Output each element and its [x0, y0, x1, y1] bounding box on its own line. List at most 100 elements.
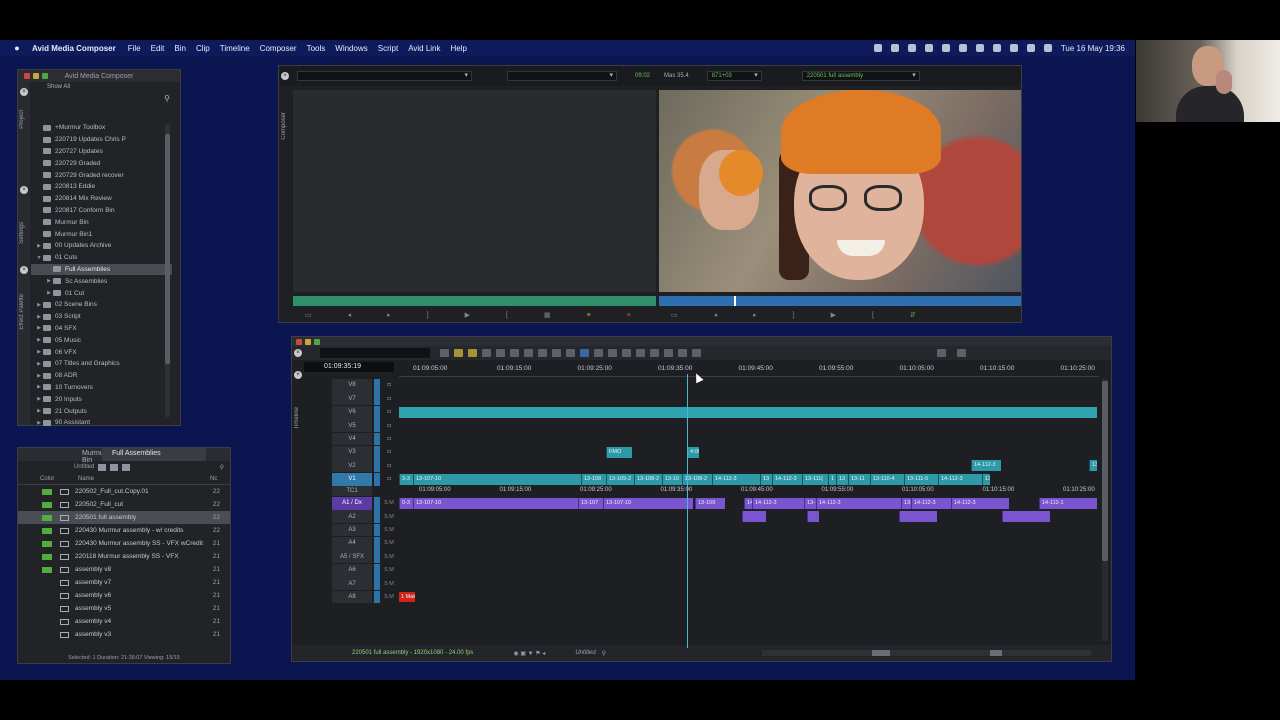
track-selector[interactable]: A4 [332, 536, 372, 550]
record-mark-in-icon[interactable]: [ [872, 312, 874, 319]
creative-cloud-icon[interactable] [890, 44, 899, 52]
overwrite-icon[interactable] [468, 349, 477, 357]
menu-clip[interactable]: Clip [196, 44, 210, 53]
timeline-clip[interactable]: 14-112-1 [1039, 497, 1097, 509]
timeline-title-bar[interactable] [292, 337, 1111, 346]
disclosure-open-icon[interactable]: ▼ [35, 255, 43, 261]
siri-icon[interactable] [1043, 44, 1052, 52]
track-lane[interactable]: 0-313-107-1013-10713-107-1013-10914-14-1… [399, 497, 1099, 510]
source-patch[interactable] [374, 472, 380, 486]
window-controls[interactable] [24, 73, 48, 79]
record-play-loop-icon[interactable]: ▸ [753, 311, 757, 319]
timeline-horizontal-scrollbar[interactable] [762, 650, 1091, 656]
source-mark-clip-icon[interactable]: ▭ [305, 311, 312, 319]
track-lane[interactable]: 3-3 13-107-10 13-108 13-109-2 13-108-2 13-10 1… [399, 473, 1099, 486]
source-play-icon[interactable]: ▶ [465, 311, 470, 319]
tab-murmur-bin[interactable]: Murmur Bin [18, 448, 106, 464]
record-mark-clip-icon[interactable]: ▭ [671, 311, 678, 319]
disclosure-closed-icon[interactable]: ▶ [35, 384, 43, 390]
disclosure-closed-icon[interactable]: ▶ [35, 243, 43, 249]
close-icon[interactable]: × [20, 88, 28, 96]
disclosure-closed-icon[interactable]: ▶ [35, 325, 43, 331]
track-lane[interactable] [399, 419, 1099, 432]
timeline-clip[interactable]: 14-112-3 [712, 473, 760, 485]
monitor-icon[interactable]: ◘ [382, 473, 396, 486]
frame-view-icon[interactable] [98, 463, 107, 471]
bin-tree-item[interactable]: ▶ 90 Assistant [31, 417, 172, 429]
disclosure-closed-icon[interactable]: ▶ [35, 361, 43, 367]
bin-tree-item[interactable]: ▶ 08 ADR [31, 370, 172, 382]
close-icon[interactable]: × [281, 72, 289, 80]
monitor-icon[interactable]: ◘ [382, 392, 396, 405]
bin-tree-item[interactable]: Murmur Bin1 [31, 228, 172, 240]
app-name-menu[interactable]: Avid Media Composer [32, 44, 116, 53]
track-selector[interactable]: A6 [332, 563, 372, 577]
disclosure-closed-icon[interactable]: ▶ [45, 278, 53, 284]
segment-mode-icon[interactable] [496, 349, 505, 357]
timeline-clip[interactable]: 13-109-2 [606, 473, 634, 485]
source-patch[interactable] [374, 496, 380, 510]
source-patch[interactable] [374, 405, 380, 419]
track-lane[interactable] [399, 433, 1099, 446]
track-lane[interactable]: FMO 4:00 [399, 446, 1099, 459]
timeline-clip[interactable]: 14- [744, 497, 752, 509]
bin-row[interactable]: 220502_Full_cut 22 [18, 498, 230, 511]
playhead[interactable] [687, 374, 688, 648]
source-patch[interactable] [374, 446, 380, 459]
record-step-back-icon[interactable]: ◂ [714, 311, 718, 319]
disclosure-closed-icon[interactable]: ▶ [35, 408, 43, 414]
column-name[interactable]: Name [78, 476, 210, 482]
record-monitor[interactable] [659, 90, 1021, 292]
timeline-clip[interactable] [899, 511, 937, 522]
timeline-clip[interactable]: 1 Mak [399, 591, 415, 603]
grid-icon[interactable] [873, 44, 882, 52]
audio-mixer-icon[interactable] [594, 349, 603, 357]
control-center-icon[interactable] [1026, 44, 1035, 52]
monitor-icon[interactable]: ◘ [382, 406, 396, 419]
track-lane[interactable] [399, 510, 1099, 523]
bin-tree-item[interactable]: 220727 Updates [31, 146, 172, 158]
video-quality-icon[interactable] [566, 349, 575, 357]
bin-row[interactable]: 220430 Murmur assembly SS - VFX wCredit 2… [18, 537, 230, 550]
source-match-icon[interactable]: ▦ [544, 311, 551, 319]
sequence-menu[interactable]: 220501 full assembly [801, 71, 920, 81]
source-patch[interactable] [374, 550, 380, 564]
timeline-clip[interactable]: 13- [901, 497, 911, 509]
track-selector[interactable]: A7 [332, 577, 372, 590]
bin-tree-item[interactable]: 220729 Graded [31, 157, 172, 169]
source-patch[interactable] [374, 577, 380, 590]
track-lane[interactable] [399, 564, 1099, 577]
source-info-menu[interactable] [507, 71, 617, 81]
solo-mute-buttons[interactable]: S M [382, 550, 396, 563]
timeline-clip[interactable] [807, 511, 819, 522]
menu-bin[interactable]: Bin [174, 44, 186, 53]
bin-tree-item[interactable]: ▶ 21 Outputs [31, 405, 172, 417]
record-position-indicator[interactable] [734, 296, 736, 306]
bluetooth-icon[interactable] [958, 44, 967, 52]
track-selector[interactable]: TC1 [332, 486, 372, 497]
source-step-back-icon[interactable]: ◂ [348, 311, 352, 319]
source-patch[interactable] [374, 536, 380, 550]
timeline-clip[interactable]: 13-11 [848, 473, 870, 485]
bin-row[interactable]: 220502_Full_cut.Copy.01 22 [18, 485, 230, 498]
timeline-clip[interactable]: 13-107 [578, 497, 603, 509]
trim-icon[interactable] [510, 349, 519, 357]
render-icon[interactable] [664, 349, 673, 357]
menu-avid-link[interactable]: Avid Link [408, 44, 440, 53]
source-patch[interactable] [374, 379, 380, 392]
track-lane[interactable] [399, 392, 1099, 405]
match-frame-icon[interactable] [538, 349, 547, 357]
record-mark-out-icon[interactable]: ] [793, 312, 795, 319]
bin-row[interactable]: assembly v5 21 [18, 602, 230, 615]
bin-row[interactable]: assembly v6 21 [18, 589, 230, 602]
monitor-icon[interactable]: ◘ [382, 433, 396, 446]
script-view-icon[interactable] [110, 463, 119, 471]
track-lane[interactable]: 14-112-3 13 [399, 459, 1099, 472]
bin-tree-item[interactable]: Full Assemblies [31, 263, 172, 276]
timeline-vertical-scrollbar[interactable] [1102, 379, 1108, 641]
timeline-clip[interactable]: 13-107-10 [603, 497, 693, 509]
timeline-clip[interactable]: 13 [982, 473, 990, 485]
link-icon[interactable] [650, 349, 659, 357]
track-selector[interactable]: V8 [332, 379, 372, 392]
source-patch[interactable] [374, 510, 380, 523]
